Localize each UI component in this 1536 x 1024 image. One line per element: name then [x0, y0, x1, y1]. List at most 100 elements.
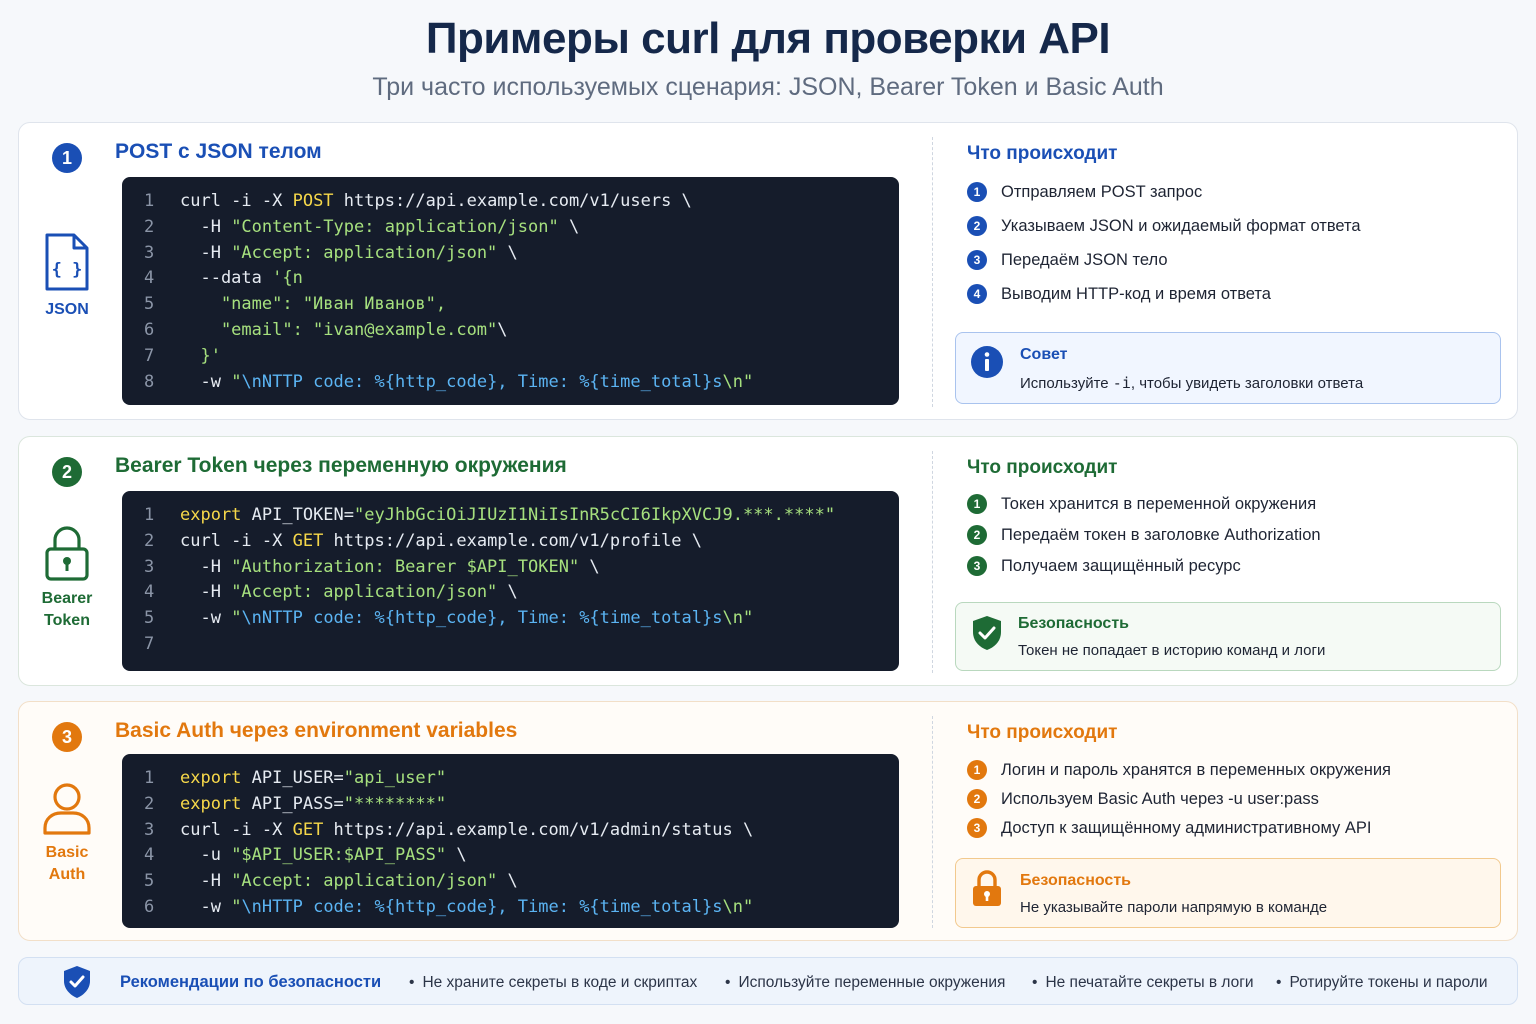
code-token: -H [180, 871, 232, 892]
code-text: -H "Accept: application/json" \ [180, 580, 517, 606]
code-line: 2 -H "Content-Type: application/json" \ [122, 215, 899, 241]
code-text: -w "\nNTTP code: %{http_code}, Time: %{t… [180, 606, 753, 632]
code-token: \ [497, 242, 518, 263]
code-token: \n" [722, 896, 754, 917]
step-number: 2 [967, 525, 987, 545]
step-item: 2 Используем Basic Auth через -u user:pas… [967, 789, 1319, 809]
security-box: Безопасность Токен не попадает в историю… [955, 602, 1501, 671]
code-token: " [231, 608, 242, 629]
step-number: 4 [967, 284, 987, 304]
code-token: "Authorization: Bearer $API_TOKEN" [231, 556, 580, 577]
what-happens-title: Что происходит [967, 457, 1118, 478]
lock-icon [45, 526, 89, 581]
step-number: 3 [967, 250, 987, 270]
code-text: --data '{n [180, 266, 302, 292]
code-token: "name": "Иван Иванов", [180, 294, 447, 315]
code-text: "email": "ivan@example.com"\ [180, 318, 508, 344]
step-item: 1 Токен хранится в переменной окружения [967, 494, 1316, 514]
line-number: 5 [144, 871, 155, 892]
line-number: 4 [144, 582, 155, 603]
code-line: 7 }' [122, 344, 899, 370]
code-token: "$API_USER:$API_PASS" [231, 845, 447, 866]
code-line: 4 -u "$API_USER:$API_PASS" \ [122, 843, 899, 869]
line-number: 6 [144, 319, 155, 340]
tip-text: Не указывайте пароли напрямую в команде [1020, 899, 1328, 916]
code-token: "Accept: application/json" [231, 242, 498, 263]
code-token: GET [292, 819, 324, 840]
tip-title: Совет [1020, 346, 1068, 363]
code-token: curl -i -X [180, 191, 293, 211]
code-line: 1 curl -i -X POST https://api.example.com… [122, 189, 899, 215]
code-token: \n" [722, 371, 754, 392]
code-token: \ [497, 871, 518, 892]
line-number: 1 [144, 768, 155, 788]
code-block[interactable]: 1 export API_TOKEN="eyJhbGciOiJIUzI1NiIsI… [122, 491, 899, 671]
code-token: -H [180, 242, 232, 263]
code-token: -w [180, 608, 232, 629]
code-line: 6 -w "\nHTTP code: %{http_code}, Time: %… [122, 895, 899, 921]
step-number: 1 [967, 182, 987, 202]
json-file-icon: { } [45, 233, 89, 291]
code-token: " [231, 896, 242, 917]
code-token: export [180, 768, 242, 788]
code-token: \nNTTP code: %{http_code}, Time: %{time_… [241, 608, 723, 629]
page-subtitle: Три часто используемых сценария: JSON, B… [372, 73, 1164, 101]
code-line: 1 export API_TOKEN="eyJhbGciOiJIUzI1NiIsI… [122, 503, 899, 529]
line-number: 5 [144, 608, 155, 629]
code-line: 7 [122, 632, 899, 658]
code-token: \ [497, 319, 508, 340]
code-text: -H "Accept: application/json" \ [180, 241, 518, 267]
code-token: export [180, 793, 242, 814]
section-json: 1 POST с JSON телом { } JSON 1 curl -i -X… [18, 122, 1518, 420]
shield-check-icon [973, 616, 1001, 650]
recommendation-item: Используйте переменные окружения [725, 974, 1005, 992]
code-line: 2 export API_PASS="********" [122, 792, 899, 818]
code-line: 4 -H "Accept: application/json" \ [122, 580, 899, 606]
code-block[interactable]: 1 export API_USER="api_user" 2 export API_P… [122, 754, 899, 928]
code-block[interactable]: 1 curl -i -X POST https://api.example.com… [122, 177, 899, 405]
code-token: }' [180, 345, 221, 366]
tip-title: Безопасность [1020, 872, 1131, 889]
column-divider [932, 716, 933, 928]
code-text: "name": "Иван Иванов", [180, 292, 446, 318]
section-number-badge: 3 [52, 722, 82, 752]
code-token: -H [180, 582, 232, 603]
code-token: https://api.example.com/v1/profile \ [323, 530, 703, 551]
code-text: -H "Content-Type: application/json" \ [180, 215, 579, 241]
page-title: Примеры curl для проверки API [425, 14, 1111, 63]
code-line: 2 curl -i -X GET https://api.example.com/… [122, 529, 899, 555]
code-token: \ [446, 845, 467, 866]
code-token: "eyJhbGciOiJIUzI1NiIsInR5cCI6IkpXVCJ9.**… [354, 505, 836, 525]
line-number: 3 [144, 819, 155, 840]
line-number: 2 [144, 530, 155, 551]
code-token: "email": "ivan@example.com" [180, 319, 498, 340]
line-number: 3 [144, 242, 155, 263]
code-token: GET [292, 530, 324, 551]
column-divider [932, 137, 933, 407]
section-basic-auth: 3 Basic Auth через environment variables… [18, 701, 1518, 941]
code-line: 3 -H "Accept: application/json" \ [122, 241, 899, 267]
section-bearer-token: 2 Bearer Token через переменную окружени… [18, 436, 1518, 686]
code-text: curl -i -X GET https://api.example.com/v… [180, 529, 702, 555]
line-number: 6 [144, 896, 155, 917]
code-text: -H "Accept: application/json" \ [180, 869, 518, 895]
step-item: 1 Отправляем POST запрос [967, 182, 1202, 202]
side-label: Bearer Token [41, 590, 93, 629]
line-number: 4 [144, 845, 155, 866]
recommendation-item: Не храните секреты в коде и скриптах [409, 974, 697, 992]
recommendation-item: Не печатайте секреты в логи [1032, 974, 1253, 992]
code-token: API_TOKEN= [241, 505, 355, 525]
column-divider [932, 451, 933, 673]
code-text: curl -i -X GET https://api.example.com/v… [180, 818, 753, 844]
padlock-icon [973, 870, 1001, 906]
side-label: Basic Auth [45, 844, 89, 883]
code-token: "Content-Type: application/json" [231, 216, 559, 237]
step-number: 3 [967, 556, 987, 576]
code-token: curl -i -X [180, 819, 293, 840]
step-number: 2 [967, 789, 987, 809]
code-text: export API_PASS="********" [180, 792, 446, 818]
code-token: "api_user" [343, 768, 447, 788]
section-number-badge: 1 [52, 143, 82, 173]
code-token: API_PASS= [241, 793, 344, 814]
code-line: 5 -w "\nNTTP code: %{http_code}, Time: %… [122, 606, 899, 632]
